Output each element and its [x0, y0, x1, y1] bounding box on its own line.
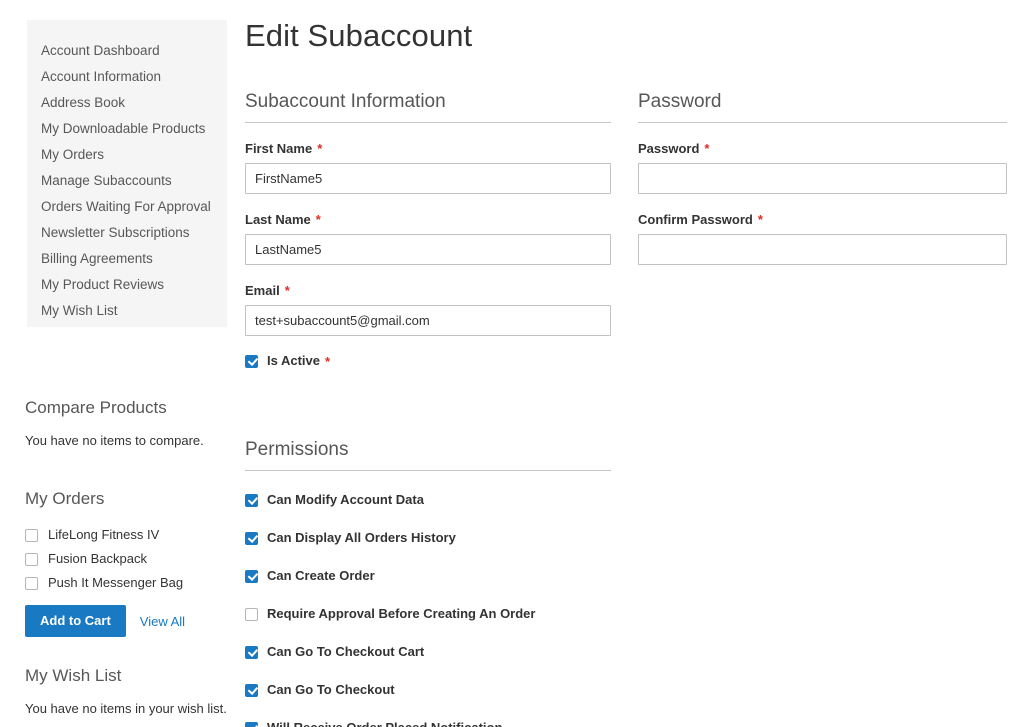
subaccount-field: First Name * [245, 141, 611, 194]
add-to-cart-button[interactable]: Add to Cart [25, 605, 126, 637]
field-label-text: Email [245, 283, 280, 298]
subaccount-field: Email * [245, 283, 611, 336]
permission-checkbox[interactable] [245, 683, 258, 697]
sidebar-nav-item[interactable]: Address Book [27, 90, 227, 116]
required-mark: * [704, 141, 710, 156]
subaccount-field-label: Last Name * [245, 212, 611, 228]
field-label-text: Confirm Password [638, 212, 753, 227]
permission-checkbox[interactable] [245, 493, 258, 507]
field-label-text: Last Name [245, 212, 311, 227]
password-fields-container: Password * Confirm Password * [638, 141, 1007, 265]
subaccount-input[interactable] [245, 234, 611, 265]
subaccount-input[interactable] [245, 305, 611, 336]
sidebar-nav-item[interactable]: Account Information [27, 64, 227, 90]
my-wish-list-title: My Wish List [25, 666, 122, 685]
permission-label[interactable]: Can Go To Checkout [267, 682, 395, 698]
subaccount-input[interactable] [245, 163, 611, 194]
password-field-label: Password * [638, 141, 1007, 157]
account-nav-panel: Account Dashboard Account Information Addr… [27, 20, 227, 327]
permission-checkbox[interactable] [245, 607, 258, 621]
order-product-row: Push It Messenger Bag [25, 571, 240, 595]
my-wish-list-block: My Wish List You have no items in your w… [25, 666, 240, 718]
my-orders-title: My Orders [25, 489, 105, 508]
is-active-label[interactable]: Is Active [267, 353, 320, 369]
permission-label[interactable]: Can Modify Account Data [267, 492, 424, 508]
subaccount-information-section: Subaccount Information First Name*Last N… [245, 90, 611, 369]
required-mark: * [317, 141, 323, 156]
field-label-text: First Name [245, 141, 313, 156]
order-product-label[interactable]: Push It Messenger Bag [48, 575, 183, 591]
is-active-checkbox[interactable] [245, 354, 258, 368]
compare-products-block: Compare Products You have no items to co… [25, 398, 240, 450]
my-wish-list-empty-text: You have no items in your wish list. [25, 701, 227, 716]
permissions-legend: Permissions [245, 438, 611, 471]
order-product-checkbox[interactable] [25, 528, 38, 542]
order-product-checkbox[interactable] [25, 552, 38, 566]
permission-row: Can Go To Checkout [245, 681, 611, 699]
permission-row: Can Display All Orders History [245, 529, 611, 547]
permission-checkbox[interactable] [245, 645, 258, 659]
my-orders-actions: Add to Cart View All [25, 605, 240, 637]
required-mark: * [284, 283, 290, 298]
sidebar-nav-item[interactable]: My Product Reviews [27, 272, 227, 298]
permission-label[interactable]: Will Receive Order Placed Notification [267, 720, 502, 727]
password-field: Password * [638, 141, 1007, 194]
is-active-row: Is Active * [245, 353, 611, 369]
view-all-orders-link[interactable]: View All [140, 614, 185, 629]
page-title: Edit Subaccount [245, 18, 473, 53]
subaccount-field: Last Name * [245, 212, 611, 265]
permission-row: Require Approval Before Creating An Orde… [245, 605, 611, 623]
permission-checkbox[interactable] [245, 569, 258, 583]
password-input[interactable] [638, 163, 1007, 194]
subaccount-field-label: Email * [245, 283, 611, 299]
password-field-label: Confirm Password * [638, 212, 1007, 228]
subaccount-field-label: First Name * [245, 141, 611, 157]
permission-label[interactable]: Can Go To Checkout Cart [267, 644, 424, 660]
password-legend: Password [638, 90, 1007, 123]
required-mark: * [315, 212, 321, 227]
sidebar-nav-item[interactable]: My Orders [27, 142, 227, 168]
account-nav-list: Account Dashboard Account Information Addr… [27, 20, 227, 324]
order-product-row: Fusion Backpack [25, 547, 240, 571]
permission-label[interactable]: Can Create Order [267, 568, 375, 584]
permission-row: Can Go To Checkout Cart [245, 643, 611, 661]
sidebar-nav-item[interactable]: Newsletter Subscriptions [27, 220, 227, 246]
main-content: Edit Subaccount Subaccount Information F… [245, 18, 1015, 727]
field-label-text: Password [638, 141, 700, 156]
sidebar-nav-item[interactable]: Orders Waiting For Approval [27, 194, 227, 220]
order-product-label[interactable]: Fusion Backpack [48, 551, 147, 567]
page-root: Account Dashboard Account Information Addr… [0, 0, 1024, 727]
subaccount-information-legend: Subaccount Information [245, 90, 611, 123]
permission-row: Can Create Order [245, 567, 611, 585]
sidebar-nav-item[interactable]: My Wish List [27, 298, 227, 324]
is-active-required-mark: * [325, 353, 331, 369]
permission-row: Will Receive Order Placed Notification [245, 719, 611, 727]
permissions-list: Can Modify Account Data Can Display All O… [245, 491, 611, 727]
required-mark: * [757, 212, 763, 227]
subaccount-fields-container: First Name * Last Name * Email * [245, 141, 611, 336]
order-product-checkbox[interactable] [25, 576, 38, 590]
sidebar-nav-item[interactable]: Billing Agreements [27, 246, 227, 272]
sidebar-nav-item[interactable]: My Downloadable Products [27, 116, 227, 142]
password-section: Password Password * Confirm Password * [638, 90, 1007, 265]
order-product-row: LifeLong Fitness IV [25, 523, 240, 547]
permission-checkbox[interactable] [245, 721, 258, 727]
my-orders-block: My Orders LifeLong Fitness IV Fusion Back… [25, 489, 240, 637]
password-field: Confirm Password * [638, 212, 1007, 265]
order-product-label[interactable]: LifeLong Fitness IV [48, 527, 159, 543]
compare-products-title: Compare Products [25, 398, 167, 417]
permission-label[interactable]: Require Approval Before Creating An Orde… [267, 606, 535, 622]
sidebar-nav-item[interactable]: Manage Subaccounts [27, 168, 227, 194]
sidebar-nav-item[interactable]: Account Dashboard [27, 38, 227, 64]
permission-label[interactable]: Can Display All Orders History [267, 530, 456, 546]
permissions-section: Permissions Can Modify Account Data Can D… [245, 438, 611, 727]
compare-products-empty-text: You have no items to compare. [25, 433, 204, 448]
permission-checkbox[interactable] [245, 531, 258, 545]
my-orders-product-list: LifeLong Fitness IV Fusion Backpack Push I… [25, 523, 240, 595]
password-input[interactable] [638, 234, 1007, 265]
permission-row: Can Modify Account Data [245, 491, 611, 509]
